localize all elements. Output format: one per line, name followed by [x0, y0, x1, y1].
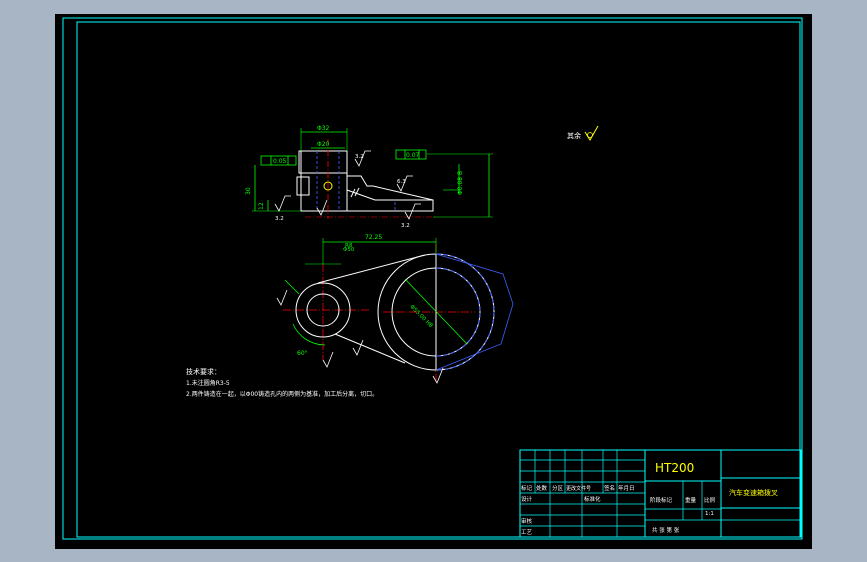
tb-weight: 重量: [685, 496, 697, 504]
notes-line-2: 2.两件铸造在一起，以Φ00铸造孔内的两侧为基准，加工后分离，切口。: [186, 390, 378, 398]
dim-d32: Φ32: [317, 125, 330, 132]
front-view: 0.05 0.07 Φ32 Φ20 30 12 Φ0.08 B 3.2 3.2 …: [245, 125, 493, 229]
perpendicularity-tolerance: 0.07: [406, 152, 420, 159]
tb-label-change: 更改文件号: [566, 485, 591, 492]
tb-scale-value: 1:1: [705, 511, 714, 517]
dim-right: Φ0.08 B: [457, 171, 464, 195]
tb-label-sign: 签名: [604, 484, 615, 492]
dim-d20: Φ20: [317, 141, 330, 148]
notes-line-1: 1.未注圆角R3-5: [186, 379, 230, 387]
dim-angle: 60°: [297, 350, 308, 357]
tb-label-zone: 分区: [552, 484, 564, 492]
dim-d50: Φ50: [343, 247, 355, 253]
tb-label-mark: 标记: [521, 484, 533, 492]
inner-frame: [76, 21, 801, 538]
plan-view: 72.25 Φ55.00 H8 R8 60° Φ50: [276, 234, 514, 384]
dim-hole: Φ55.00 H8: [409, 304, 434, 329]
tb-sheets: 共 张 第 张: [652, 526, 680, 534]
cad-drawing: 0.05 0.07 Φ32 Φ20 30 12 Φ0.08 B 3.2 3.2 …: [62, 17, 803, 540]
tb-stage: 阶段标记: [650, 496, 673, 504]
roughness-2: 3.2: [355, 154, 364, 160]
dim-h12: 12: [258, 202, 265, 210]
tb-part-name: 汽车变速箱拨叉: [729, 488, 778, 497]
tb-scale-label: 比例: [704, 496, 716, 504]
tb-label-count: 处数: [536, 484, 548, 492]
notes-title: 技术要求：: [186, 367, 221, 376]
general-roughness-label: 其余: [567, 131, 581, 140]
tb-material: HT200: [655, 461, 694, 475]
drawing-viewport[interactable]: 0.05 0.07 Φ32 Φ20 30 12 Φ0.08 B 3.2 3.2 …: [55, 14, 812, 549]
dim-length: 72.25: [365, 234, 382, 241]
roughness-3: 6.3: [397, 179, 406, 185]
flatness-tolerance: 0.05: [273, 158, 287, 165]
roughness-1: 3.2: [275, 216, 284, 222]
tb-process: 工艺: [521, 529, 533, 536]
tb-designer: 设计: [521, 495, 533, 503]
general-roughness: 其余: [567, 125, 599, 141]
tb-review: 审核: [521, 517, 533, 525]
technical-notes: 技术要求： 1.未注圆角R3-5 2.两件铸造在一起，以Φ00铸造孔内的两侧为基…: [186, 367, 378, 398]
tb-standard: 标准化: [584, 495, 601, 503]
roughness-4: 3.2: [401, 223, 410, 229]
title-block: 标记 处数 分区 更改文件号 签名 年月日 设计 标准化 审核 工艺 HT200…: [519, 449, 802, 538]
dim-h30: 30: [245, 187, 252, 195]
tb-label-date: 年月日: [618, 484, 635, 492]
